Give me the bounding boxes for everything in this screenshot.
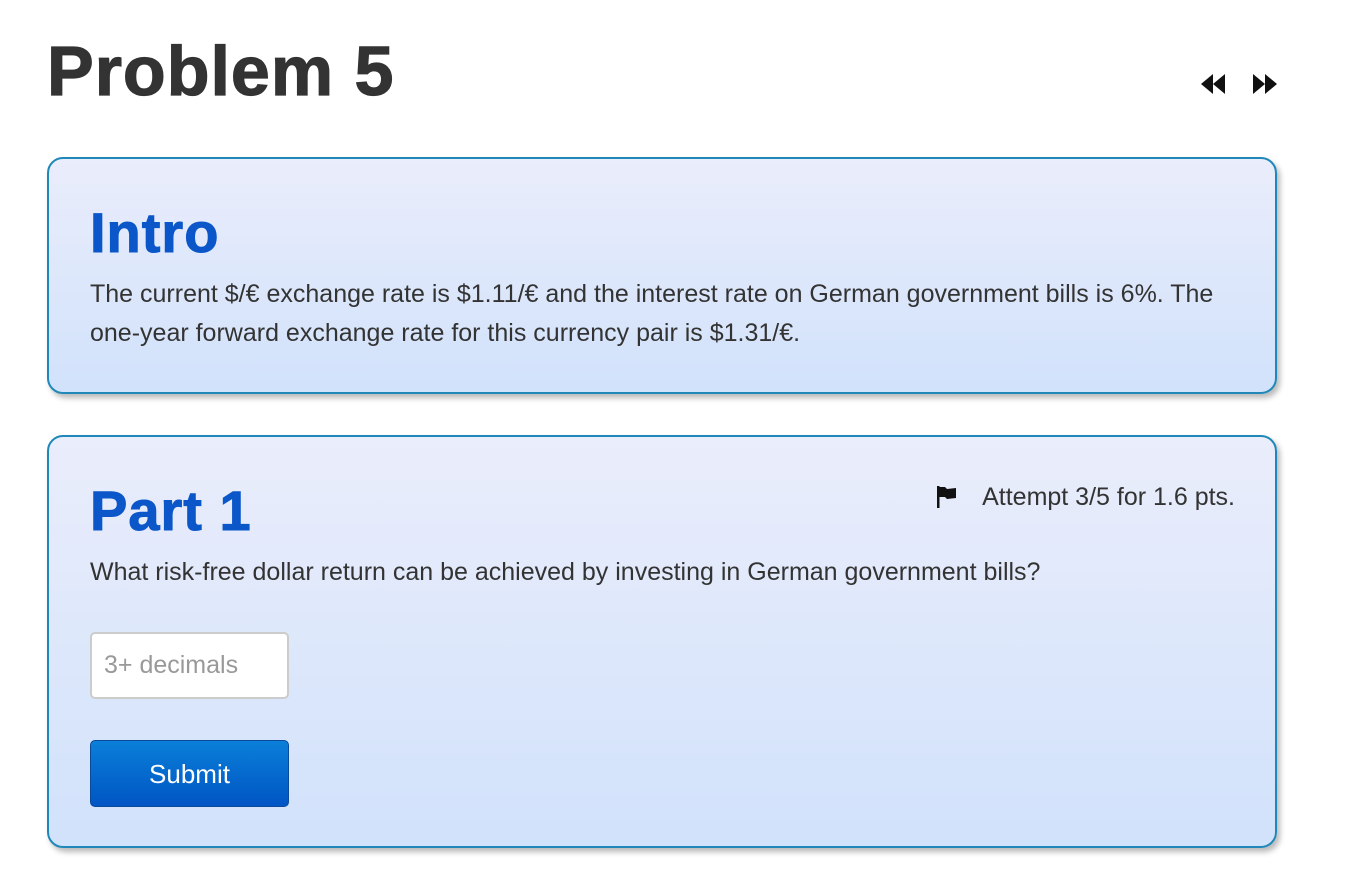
intro-heading: Intro xyxy=(89,201,220,265)
submit-button[interactable]: Submit xyxy=(90,740,289,807)
part-1-question: What risk-free dollar return can be achi… xyxy=(90,558,1041,586)
flag-button[interactable] xyxy=(936,485,958,509)
fast-backward-icon xyxy=(1201,74,1225,94)
previous-problem-button[interactable] xyxy=(1198,70,1228,98)
attempt-info: Attempt 3/5 for 1.6 pts. xyxy=(936,482,1235,512)
part-1-heading: Part 1 xyxy=(90,479,252,543)
attempt-text: Attempt 3/5 for 1.6 pts. xyxy=(982,483,1235,511)
intro-text: The current $/€ exchange rate is $1.11/€… xyxy=(90,280,1214,347)
flag-icon xyxy=(937,486,957,508)
fast-forward-icon xyxy=(1253,74,1277,94)
part-1-card: Part 1 Attempt 3/5 for 1.6 pts. What ris… xyxy=(47,435,1277,848)
answer-input[interactable] xyxy=(90,632,289,699)
intro-card: Intro The current $/€ exchange rate is $… xyxy=(47,157,1277,394)
next-problem-button[interactable] xyxy=(1250,70,1280,98)
problem-title: Problem 5 xyxy=(46,31,395,110)
problem-navigation xyxy=(1198,70,1282,98)
